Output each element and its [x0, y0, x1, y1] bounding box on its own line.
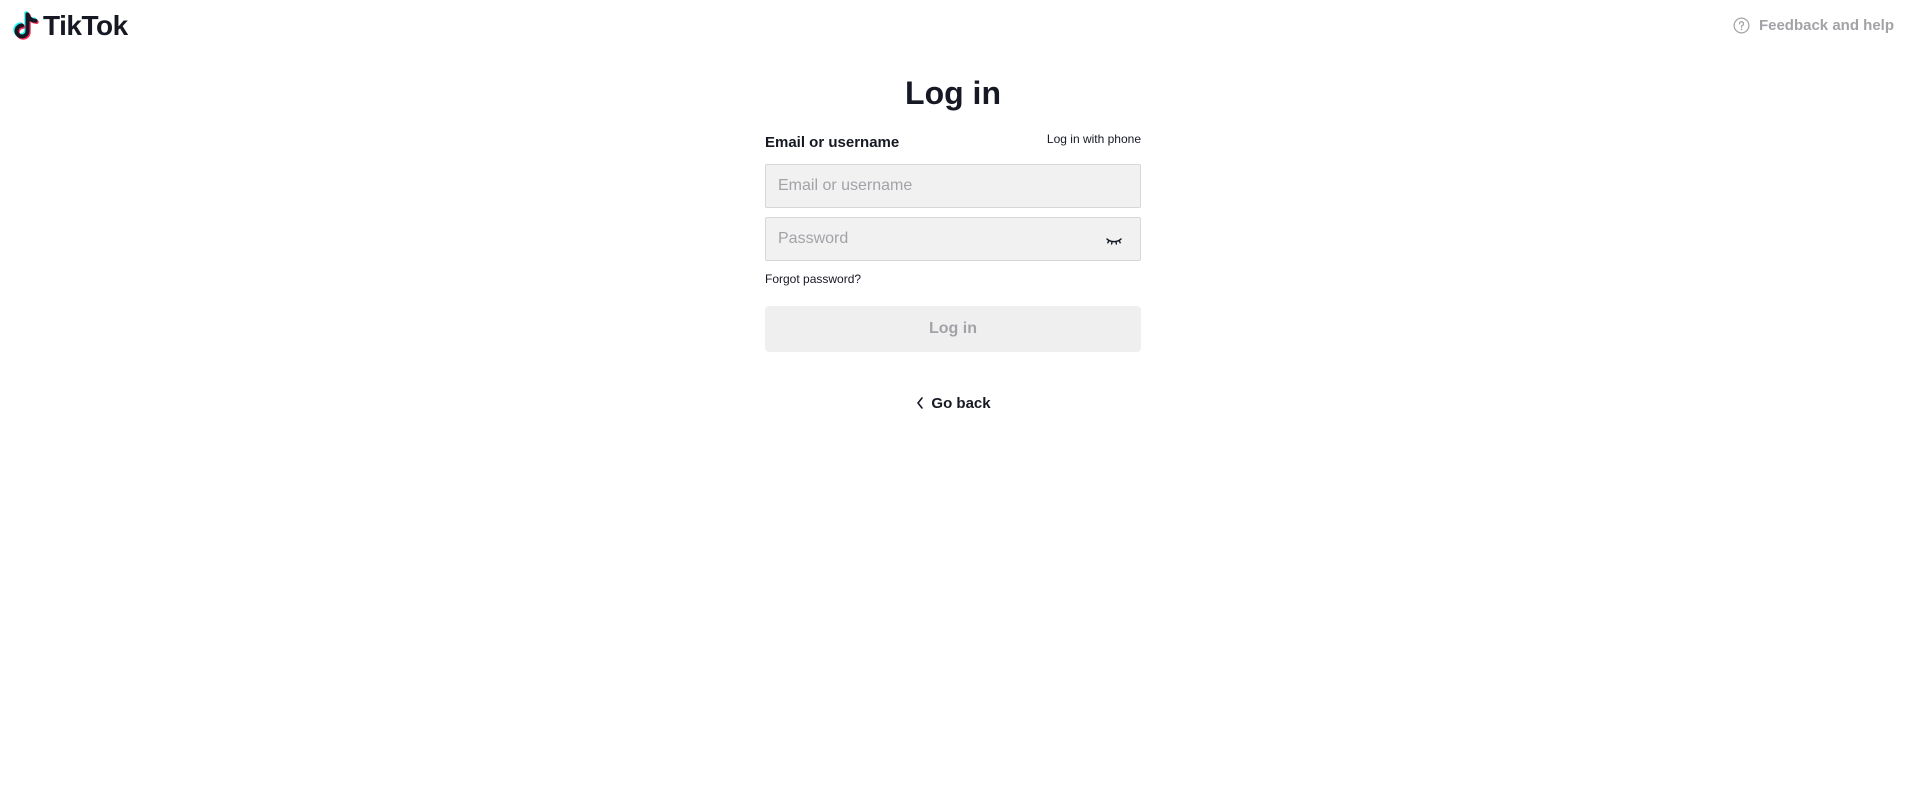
- feedback-help-link[interactable]: Feedback and help: [1733, 14, 1894, 36]
- forgot-password-link[interactable]: Forgot password?: [765, 272, 861, 286]
- login-button[interactable]: Log in: [765, 306, 1141, 352]
- field-label-row: Email or username Log in with phone: [765, 132, 1141, 156]
- login-form: Log in Email or username Log in with pho…: [765, 70, 1141, 414]
- password-input[interactable]: [766, 218, 1140, 260]
- chevron-left-icon: [917, 397, 924, 409]
- tiktok-logo[interactable]: TikTok: [13, 10, 128, 42]
- email-field-container: [765, 164, 1141, 208]
- eye-closed-icon[interactable]: [1104, 230, 1124, 250]
- page-title: Log in: [905, 75, 1001, 111]
- login-with-phone-link[interactable]: Log in with phone: [1047, 132, 1141, 146]
- email-field-label: Email or username: [765, 134, 900, 151]
- top-header: TikTok Feedback and help: [0, 0, 1908, 52]
- email-input[interactable]: [766, 165, 1140, 207]
- tiktok-note-icon: [13, 11, 39, 40]
- help-label: Feedback and help: [1758, 16, 1894, 34]
- logo-wordmark: TikTok: [43, 10, 128, 41]
- go-back-label: Go back: [931, 394, 991, 412]
- question-circle-icon: [1733, 17, 1750, 33]
- password-field-container: [765, 217, 1141, 261]
- go-back-link[interactable]: Go back: [913, 392, 993, 414]
